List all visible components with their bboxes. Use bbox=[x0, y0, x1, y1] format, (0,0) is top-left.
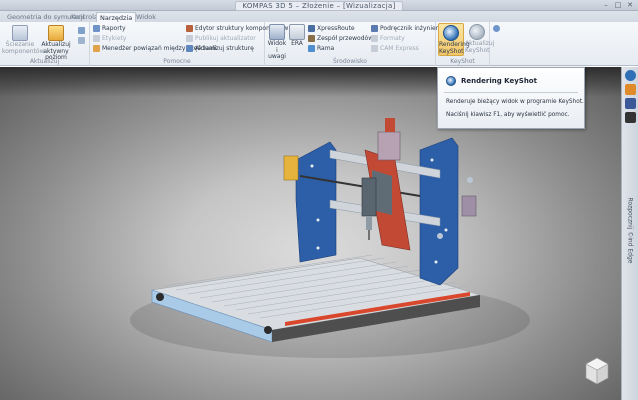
window-title: KOMPAS 3D 5 – Złożenie – [Wizualizacja] bbox=[0, 1, 638, 11]
update-icon bbox=[48, 25, 64, 41]
etykiety-button[interactable]: Etykiety bbox=[93, 35, 126, 42]
rama-button[interactable]: Rama bbox=[308, 45, 334, 52]
publikuj-button[interactable]: Publikuj aktualizator bbox=[186, 35, 256, 42]
keyshot-update-icon bbox=[469, 24, 485, 40]
facebook-icon[interactable] bbox=[625, 98, 636, 109]
keyshot-icon bbox=[443, 25, 459, 41]
right-sidebar: Rozpocznij ©ind Edge bbox=[621, 67, 638, 400]
tab-narzedzia[interactable]: Narzędzia bbox=[96, 12, 137, 22]
widok-button[interactable]: Widok i uwagi bbox=[267, 24, 287, 61]
rss-icon[interactable] bbox=[625, 84, 636, 95]
maximize-icon[interactable]: □ bbox=[612, 1, 624, 9]
components-icon bbox=[12, 25, 28, 41]
aktualizuj-strukture-button[interactable]: Aktualizuj strukturę bbox=[186, 45, 254, 52]
era-icon bbox=[289, 24, 305, 40]
frame-icon bbox=[308, 45, 315, 52]
podrecznik-button[interactable]: Podręcznik inżyniera bbox=[371, 25, 442, 32]
tooltip-help-hint: Naciśnij klawisz F1, aby wyświetlić pomo… bbox=[446, 112, 570, 118]
aktualizuj-aktywny-button[interactable]: Aktualizuj aktywny poziom bbox=[38, 25, 74, 62]
publish-icon bbox=[186, 35, 193, 42]
help-icon[interactable] bbox=[625, 70, 636, 81]
group-aktualizuj: Ściezanie komponentów Aktualizuj aktywny… bbox=[0, 22, 90, 66]
view-cube[interactable] bbox=[583, 355, 611, 387]
group-label-aktualizuj: Aktualizuj bbox=[29, 58, 60, 65]
aktualizuj-keyshot-button[interactable]: Aktualizuj KeyShot bbox=[465, 24, 494, 54]
cable-icon bbox=[308, 35, 315, 42]
ribbon: Ściezanie komponentów Aktualizuj aktywny… bbox=[0, 22, 638, 66]
tooltip-title: Rendering KeyShot bbox=[461, 77, 537, 85]
ribbon-tabs: Geometria do symulacji Kontrola Narzędzi… bbox=[0, 11, 638, 22]
keyshot-tooltip: Rendering KeyShot Renderuje bieżący wido… bbox=[437, 67, 585, 129]
xpressroute-button[interactable]: XpressRoute bbox=[308, 25, 355, 32]
formaty-button[interactable]: Formaty bbox=[371, 35, 405, 42]
minimize-icon[interactable]: – bbox=[600, 1, 612, 9]
group-label-keyshot: KeyShot bbox=[450, 58, 475, 65]
formats-icon bbox=[371, 35, 378, 42]
wiki-icon[interactable] bbox=[625, 112, 636, 123]
tooltip-divider bbox=[444, 92, 578, 93]
tooltip-header: Rendering KeyShot bbox=[446, 76, 537, 86]
rebuild-icon[interactable] bbox=[78, 27, 85, 34]
group-pomocne: Raporty Etykiety Menedżer powiązań międz… bbox=[90, 22, 288, 66]
label-icon bbox=[93, 35, 100, 42]
tooltip-description: Renderuje bieżący widok w programie KeyS… bbox=[446, 99, 584, 105]
update-structure-icon bbox=[186, 45, 193, 52]
route-icon bbox=[308, 25, 315, 32]
keyshot-icon bbox=[446, 76, 456, 86]
cam-icon bbox=[371, 45, 378, 52]
group-keyshot: Rendering KeyShot Aktualizuj KeyShot Key… bbox=[436, 22, 494, 66]
sciezanie-button[interactable]: Ściezanie komponentów bbox=[2, 25, 44, 55]
group-label-srodowisko: Środowisko bbox=[333, 58, 367, 65]
tab-widok[interactable]: Widok bbox=[133, 12, 159, 22]
refresh-icon[interactable] bbox=[78, 37, 85, 44]
handbook-icon bbox=[371, 25, 378, 32]
group-srodowisko: Widok i uwagi ERA XpressRoute Zespół prz… bbox=[265, 22, 442, 66]
sidebar-label: Rozpocznij ©ind Edge bbox=[626, 197, 634, 264]
view-notes-icon bbox=[269, 24, 285, 40]
report-icon bbox=[93, 25, 100, 32]
rendering-keyshot-button[interactable]: Rendering KeyShot bbox=[438, 23, 470, 56]
close-icon[interactable]: ✕ bbox=[624, 1, 636, 9]
relations-icon bbox=[93, 45, 100, 52]
sidebar-edge-panel[interactable]: Rozpocznij ©ind Edge bbox=[625, 187, 636, 277]
settings-icon[interactable] bbox=[493, 25, 500, 32]
structure-icon bbox=[186, 25, 193, 32]
title-bar: KOMPAS 3D 5 – Złożenie – [Wizualizacja] … bbox=[0, 0, 638, 11]
group-label-pomocne: Pomocne bbox=[163, 58, 191, 65]
raporty-button[interactable]: Raporty bbox=[93, 25, 126, 32]
era-button[interactable]: ERA bbox=[289, 24, 305, 48]
cam-express-button[interactable]: CAM Express bbox=[371, 45, 419, 52]
zespol-button[interactable]: Zespół przewodów bbox=[308, 35, 373, 42]
